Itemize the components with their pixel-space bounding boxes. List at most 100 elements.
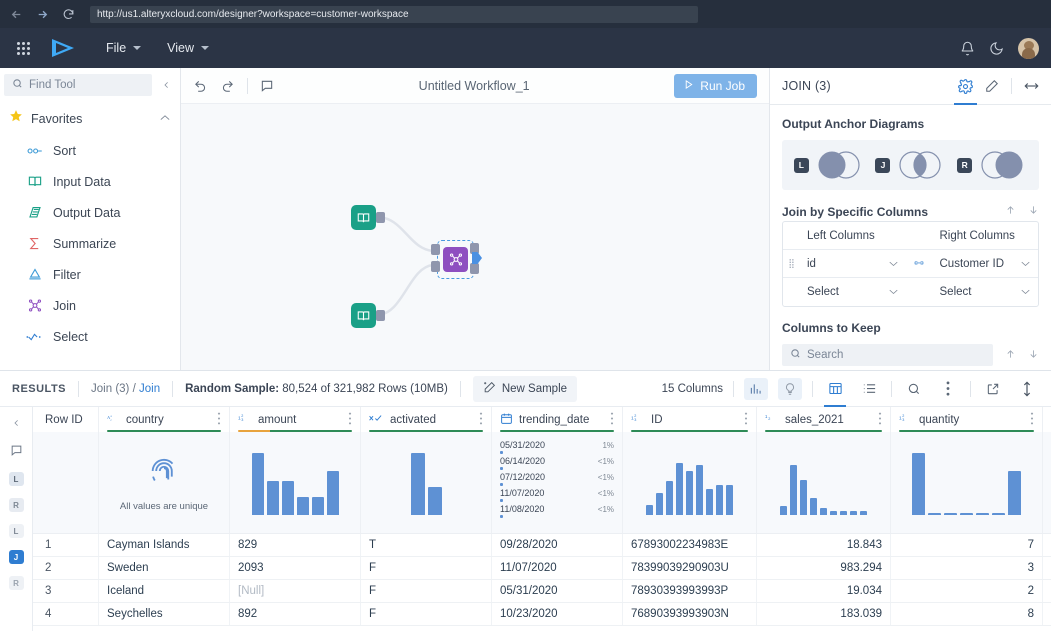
column-menu-icon[interactable] — [1030, 412, 1034, 428]
sidebar-item-select[interactable]: Select — [0, 321, 180, 352]
menu-view[interactable]: View — [155, 35, 221, 61]
output-anchor-2[interactable] — [376, 310, 385, 321]
column-header-sales_2021[interactable]: 1 2 sales_2021 — [757, 407, 891, 432]
sidebar-item-join[interactable]: Join — [0, 290, 180, 321]
cell-amount: 2093 — [230, 557, 361, 579]
menu-file[interactable]: File — [94, 35, 153, 61]
url-bar[interactable]: http://us1.alteryxcloud.com/designer?wor… — [90, 5, 698, 23]
undo-icon[interactable] — [193, 79, 208, 93]
forward-icon[interactable] — [34, 6, 50, 22]
column-menu-icon[interactable] — [878, 412, 882, 428]
comment-icon[interactable] — [260, 79, 274, 93]
sidebar-item-input-data[interactable]: Input Data — [0, 166, 180, 197]
alteryx-logo-icon[interactable] — [46, 35, 80, 61]
anchor-badge-l: L — [793, 157, 809, 173]
rail-anchor-r1[interactable]: R — [8, 498, 24, 512]
search-icon[interactable] — [902, 378, 926, 400]
arrow-up-icon[interactable] — [1005, 348, 1016, 363]
join-output-anchor-r[interactable] — [470, 263, 479, 274]
column-header-ID[interactable]: 1 2 3 ID — [623, 407, 757, 432]
open-external-icon[interactable] — [981, 378, 1005, 400]
rail-anchor-l1[interactable]: L — [8, 472, 24, 486]
table-row[interactable]: 2 Sweden 2093 F 11/07/2020 78399039290903U 983… — [33, 557, 1051, 580]
arrow-down-icon[interactable] — [1028, 348, 1039, 363]
left-column-select[interactable]: id — [799, 258, 906, 270]
sidebar-item-label: Summarize — [53, 236, 117, 251]
column-header-country[interactable]: Aa c country — [99, 407, 230, 432]
output-anchor-1[interactable] — [376, 212, 385, 223]
rail-anchor-l2[interactable]: L — [8, 524, 24, 538]
right-column-select[interactable]: Customer ID — [932, 258, 1039, 270]
results-breadcrumb[interactable]: Join (3) / Join — [91, 383, 160, 395]
join-input-anchor-right[interactable] — [431, 261, 440, 272]
sidebar-group-favorites[interactable]: Favorites — [0, 102, 180, 135]
new-sample-button[interactable]: New Sample — [472, 375, 578, 402]
workflow-title[interactable]: Untitled Workflow_1 — [286, 79, 662, 93]
insights-bulb-icon[interactable] — [778, 377, 802, 400]
join-input-anchor-left[interactable] — [431, 244, 440, 255]
right-column-select-empty[interactable]: Select — [932, 286, 1039, 298]
run-job-button[interactable]: Run Job — [674, 73, 757, 98]
user-avatar[interactable] — [1018, 37, 1039, 59]
rail-anchor-j[interactable]: J — [8, 550, 24, 564]
arrow-up-icon[interactable] — [1005, 204, 1016, 219]
columns-to-keep-label: Columns to Keep — [782, 321, 881, 335]
moon-icon[interactable] — [989, 41, 1004, 56]
column-header-amount[interactable]: 1 2 3 amount — [230, 407, 361, 432]
anchor-diagram-left[interactable]: L — [793, 150, 864, 180]
right-column-value: Customer ID — [939, 257, 1005, 270]
column-header-trending_date[interactable]: trending_date — [492, 407, 623, 432]
arrow-down-icon[interactable] — [1028, 204, 1039, 219]
input-data-node-2[interactable] — [351, 303, 376, 328]
link-icon[interactable] — [906, 258, 932, 270]
anchor-diagram-join[interactable]: J — [875, 150, 945, 180]
column-menu-icon[interactable] — [744, 412, 748, 428]
expand-vertical-icon[interactable] — [1015, 378, 1039, 400]
column-menu-icon[interactable] — [610, 412, 614, 428]
more-options-icon[interactable] — [936, 378, 960, 400]
column-header-activated[interactable]: activated — [361, 407, 492, 432]
sidebar-item-sort[interactable]: Sort — [0, 135, 180, 166]
join-table-header: Left Columns Right Columns — [783, 222, 1038, 250]
cell-trending_date: 10/23/2020 — [492, 603, 623, 625]
svg-text:a: a — [111, 414, 113, 418]
sidebar-item-filter[interactable]: Filter — [0, 259, 180, 290]
bell-icon[interactable] — [960, 41, 975, 56]
data-profile-chart-icon[interactable] — [744, 377, 768, 400]
left-column-select-empty[interactable]: Select — [799, 286, 906, 298]
rail-anchor-r2[interactable]: R — [8, 576, 24, 590]
chevron-left-icon[interactable] — [156, 79, 176, 91]
chevron-left-icon[interactable] — [12, 417, 21, 432]
redo-icon[interactable] — [220, 79, 235, 93]
column-menu-icon[interactable] — [217, 412, 221, 428]
table-view-icon[interactable] — [823, 378, 847, 407]
reload-icon[interactable] — [60, 6, 76, 22]
workflow-canvas[interactable] — [181, 104, 769, 370]
tab-annotation[interactable] — [985, 68, 999, 105]
chevron-up-icon[interactable] — [160, 113, 170, 124]
left-column-value: id — [807, 257, 816, 270]
column-header-quantity[interactable]: 1 2 3 quantity — [891, 407, 1043, 432]
columns-search-input[interactable]: Search — [782, 344, 993, 366]
column-menu-icon[interactable] — [479, 412, 483, 428]
decimal-type-icon: 12 — [765, 412, 779, 427]
input-data-node-1[interactable] — [351, 205, 376, 230]
filter-icon — [26, 266, 43, 283]
table-row[interactable]: 3 Iceland [Null] F 05/31/2020 78930393993993P… — [33, 580, 1051, 603]
apps-grid-icon[interactable] — [12, 37, 34, 59]
search-input[interactable]: Find Tool — [4, 74, 152, 96]
table-row[interactable]: 4 Seychelles 892 F 10/23/2020 76890393993903N… — [33, 603, 1051, 626]
right-columns-header: Right Columns — [939, 229, 1015, 242]
back-icon[interactable] — [8, 6, 24, 22]
comment-icon[interactable] — [10, 444, 23, 460]
list-view-icon[interactable] — [857, 378, 881, 400]
anchor-diagram-right[interactable]: R — [957, 150, 1027, 180]
sidebar-item-output-data[interactable]: Output Data — [0, 197, 180, 228]
table-row[interactable]: 1 Cayman Islands 829 T 09/28/2020 67893002234… — [33, 534, 1051, 557]
column-menu-icon[interactable] — [348, 412, 352, 428]
sidebar-item-summarize[interactable]: Summarize — [0, 228, 180, 259]
join-node[interactable] — [443, 247, 468, 272]
expand-horizontal-icon[interactable] — [1024, 80, 1039, 92]
drag-handle-icon[interactable]: ⣿ — [783, 258, 799, 269]
tab-configuration[interactable] — [954, 68, 977, 105]
